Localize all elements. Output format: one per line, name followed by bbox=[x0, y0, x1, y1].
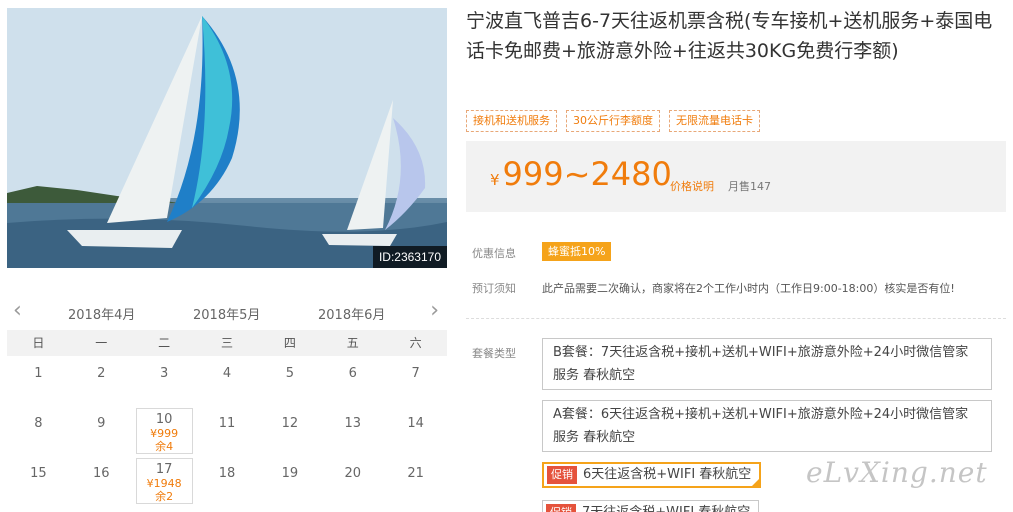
feature-tag: 无限流量电话卡 bbox=[669, 110, 760, 132]
weekday-label: 四 bbox=[283, 336, 296, 350]
currency-symbol: ¥ bbox=[490, 171, 500, 189]
price-calendar: ‹ 2018年4月 2018年5月 2018年6月 › 日 一 二 三 四 五 … bbox=[7, 296, 447, 506]
booking-notice-label: 预订须知 bbox=[472, 282, 516, 295]
weekday-label: 六 bbox=[409, 336, 422, 350]
day-number: 6 bbox=[348, 366, 357, 381]
day-number: 9 bbox=[97, 416, 106, 431]
day-price: ¥999 bbox=[150, 427, 179, 440]
sailboats-illustration bbox=[7, 8, 447, 268]
day-number: 10 bbox=[155, 412, 173, 427]
calendar-day: 20 bbox=[321, 456, 384, 506]
day-number: 15 bbox=[30, 466, 47, 481]
feature-tag: 接机和送机服务 bbox=[466, 110, 557, 132]
calendar-day: 7 bbox=[384, 356, 447, 406]
calendar-day: 6 bbox=[321, 356, 384, 406]
package-option-b[interactable]: B套餐：7天往返含税+接机+送机+WIFI+旅游意外险+24小时微信管家服务 春… bbox=[542, 338, 992, 390]
feature-tags: 接机和送机服务 30公斤行李额度 无限流量电话卡 bbox=[466, 110, 760, 132]
calendar-day: 8 bbox=[7, 406, 70, 456]
weekday-label: 三 bbox=[221, 336, 234, 350]
price-range: ¥999~2480 bbox=[490, 154, 672, 200]
divider bbox=[466, 318, 1006, 319]
package-type-label: 套餐类型 bbox=[472, 347, 516, 360]
chevron-right-icon[interactable]: › bbox=[430, 300, 439, 322]
day-stock: 余4 bbox=[155, 440, 174, 453]
calendar-weekday-header: 日 一 二 三 四 五 六 bbox=[7, 330, 447, 356]
day-price: ¥1948 bbox=[146, 477, 182, 490]
calendar-month-tab[interactable]: 2018年5月 bbox=[193, 304, 260, 323]
day-number: 21 bbox=[407, 466, 424, 481]
calendar-day: 11 bbox=[196, 406, 259, 456]
photo-id-label: ID:2363170 bbox=[372, 246, 447, 268]
product-photo[interactable]: ID:2363170 bbox=[7, 8, 447, 268]
calendar-week-row: 8 9 10 ¥999 余4 11 12 13 14 bbox=[7, 406, 447, 456]
day-number: 7 bbox=[411, 366, 420, 381]
watermark: eLvXing.net bbox=[806, 456, 988, 489]
monthly-sales: 月售147 bbox=[728, 180, 771, 193]
calendar-day: 2 bbox=[70, 356, 133, 406]
product-title: 宁波直飞普吉6-7天往返机票含税(专车接机+送机服务+泰国电话卡免邮费+旅游意外… bbox=[466, 10, 993, 62]
weekday-label: 五 bbox=[346, 336, 359, 350]
day-price-box[interactable]: 10 ¥999 余4 bbox=[135, 408, 193, 454]
day-number: 8 bbox=[34, 416, 43, 431]
feature-tag: 30公斤行李额度 bbox=[566, 110, 660, 132]
calendar-day: 4 bbox=[196, 356, 259, 406]
calendar-day: 13 bbox=[321, 406, 384, 456]
day-number: 5 bbox=[285, 366, 294, 381]
promo-badge: 蜂蜜抵10% bbox=[542, 242, 612, 261]
calendar-day-available[interactable]: 10 ¥999 余4 bbox=[133, 406, 196, 456]
day-number: 2 bbox=[97, 366, 106, 381]
calendar-day: 5 bbox=[258, 356, 321, 406]
calendar-grid: 123456789 10 ¥999 余4 11 12 13 14 15 16 17 ¥19… bbox=[7, 356, 447, 506]
weekday-label: 一 bbox=[95, 336, 108, 350]
calendar-week-row: 1 2 3 4 5 6 7 bbox=[7, 356, 447, 406]
booking-notice-text: 此产品需要二次确认，商家将在2个工作小时内（工作日9:00-18:00）核实是否… bbox=[542, 282, 955, 295]
promo-label: 优惠信息 bbox=[472, 247, 516, 260]
package-option-promo-7day[interactable]: 促销 7天往返含税+WIFI 春秋航空 bbox=[542, 500, 760, 512]
selected-check-icon bbox=[751, 478, 761, 487]
day-stock: 余2 bbox=[155, 490, 174, 503]
day-number: 11 bbox=[218, 416, 236, 431]
day-number: 14 bbox=[407, 416, 424, 431]
calendar-day: 9 bbox=[70, 406, 133, 456]
day-number: 18 bbox=[218, 466, 236, 481]
calendar-week-row: 15 16 17 ¥1948 余2 18 19 20 21 bbox=[7, 456, 447, 506]
sale-badge: 促销 bbox=[546, 504, 576, 512]
calendar-day: 19 bbox=[258, 456, 321, 506]
day-number: 3 bbox=[160, 366, 169, 381]
day-number: 4 bbox=[222, 366, 232, 381]
day-number: 19 bbox=[281, 466, 299, 481]
day-number: 17 bbox=[155, 462, 173, 477]
day-number: 1 bbox=[34, 366, 43, 381]
sale-badge: 促销 bbox=[547, 466, 577, 484]
day-number: 20 bbox=[344, 466, 361, 481]
calendar-day: 3 bbox=[133, 356, 196, 406]
weekday-label: 日 bbox=[32, 336, 45, 350]
package-option-a[interactable]: A套餐：6天往返含税+接机+送机+WIFI+旅游意外险+24小时微信管家服务 春… bbox=[542, 400, 992, 452]
calendar-month-nav: ‹ 2018年4月 2018年5月 2018年6月 › bbox=[7, 296, 447, 330]
calendar-day: 21 bbox=[384, 456, 447, 506]
package-option-promo-6day[interactable]: 促销 6天往返含税+WIFI 春秋航空 bbox=[542, 462, 762, 488]
day-price-box[interactable]: 17 ¥1948 余2 bbox=[135, 458, 193, 504]
calendar-month-tab[interactable]: 2018年4月 bbox=[68, 304, 135, 323]
calendar-day: 18 bbox=[196, 456, 259, 506]
price-panel: ¥999~2480 价格说明 月售147 bbox=[466, 141, 1006, 212]
calendar-day: 16 bbox=[70, 456, 133, 506]
day-number: 12 bbox=[281, 416, 299, 431]
calendar-day: 14 bbox=[384, 406, 447, 456]
calendar-day: 15 bbox=[7, 456, 70, 506]
day-number: 13 bbox=[344, 416, 361, 431]
day-number: 16 bbox=[93, 466, 110, 481]
package-option-text: 6天往返含税+WIFI 春秋航空 bbox=[583, 467, 752, 482]
price-note-link[interactable]: 价格说明 bbox=[670, 178, 714, 194]
weekday-label: 二 bbox=[158, 336, 171, 350]
package-option-text: 7天往返含税+WIFI 春秋航空 bbox=[582, 501, 750, 512]
calendar-day: 12 bbox=[258, 406, 321, 456]
chevron-left-icon[interactable]: ‹ bbox=[13, 300, 22, 322]
calendar-day: 1 bbox=[7, 356, 70, 406]
calendar-month-tab[interactable]: 2018年6月 bbox=[318, 304, 385, 323]
calendar-day-available[interactable]: 17 ¥1948 余2 bbox=[133, 456, 196, 506]
price-value: 999~2480 bbox=[502, 155, 672, 193]
